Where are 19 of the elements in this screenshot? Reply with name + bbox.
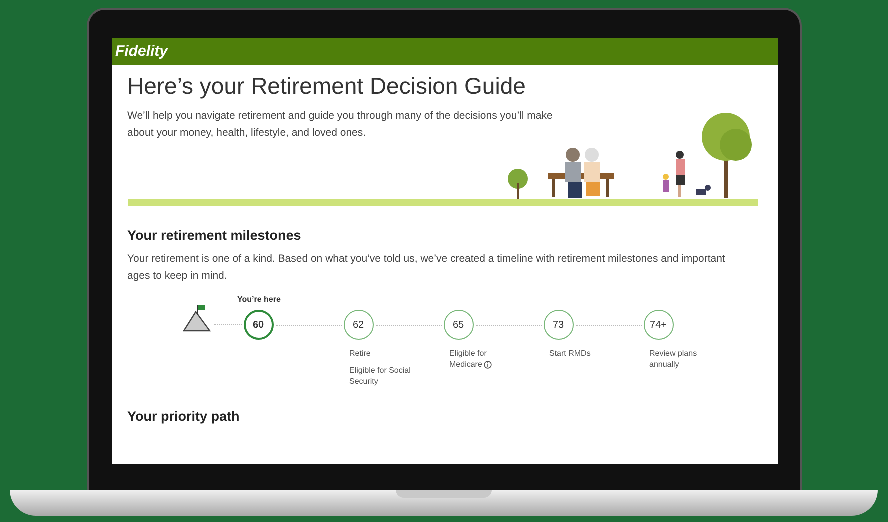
milestone-label: Eligible for Medicare	[450, 348, 522, 370]
section-description: Your retirement is one of a kind. Based on what you’ve told us, we’ve created a timeline with retirement milestones and important ages to keep in mind.	[128, 252, 726, 284]
intro-text: We’ll help you navigate retirement and guide you through many of the decisions you’ll make about your money, health, lifestyle, and loved ones.	[128, 109, 554, 141]
milestone-age[interactable]: 73	[544, 310, 574, 340]
milestone-age[interactable]: 60	[244, 310, 274, 340]
milestone-age[interactable]: 74+	[644, 310, 674, 340]
milestone-label: Eligible for Social Security	[350, 365, 412, 387]
you-are-here-label: You’re here	[238, 295, 282, 304]
milestone-label: Retire	[350, 348, 372, 359]
milestone-age[interactable]: 65	[444, 310, 474, 340]
info-icon[interactable]	[484, 360, 492, 369]
section-heading: Your priority path	[128, 409, 241, 424]
brand-logo[interactable]: Fidelity	[116, 43, 168, 60]
milestone-label: Start RMDs	[550, 348, 592, 359]
page-title: Here’s your Retirement Decision Guide	[128, 73, 527, 100]
milestone-label: Review plans annually	[650, 348, 698, 370]
milestone-age[interactable]: 62	[344, 310, 374, 340]
mountain-flag-icon	[182, 304, 212, 332]
section-heading: Your retirement milestones	[128, 228, 302, 243]
